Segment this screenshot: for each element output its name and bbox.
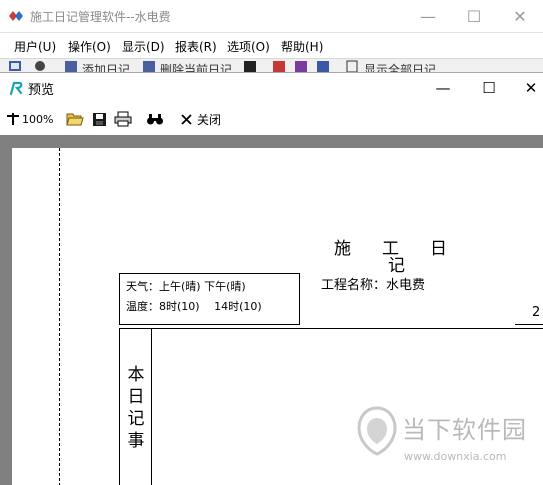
main-window-title: 施工日记管理软件--水电费 [30,10,171,24]
print-button[interactable] [114,109,132,129]
printer-icon [114,111,132,127]
toolbar-show-all-icon[interactable] [346,60,358,72]
doc-title-char-1: 施 [334,239,351,259]
main-title-bar: 施工日记管理软件--水电费 — ☐ ✕ [0,0,543,32]
toolbar-icon-user[interactable] [32,60,48,72]
toolbar-add-icon[interactable] [64,60,78,72]
temperature-line: 温度：8时(10) 14时(10) [126,300,262,313]
binoculars-icon [147,114,163,125]
diary-label-char-3: 记 [127,409,145,429]
find-button[interactable] [146,109,164,129]
toolbar-page-icon[interactable] [316,60,330,72]
menu-options[interactable]: 选项(O) [227,38,270,55]
preview-r-icon [9,81,23,96]
main-close-button[interactable]: ✕ [497,0,543,32]
menu-display[interactable]: 显示(D) [122,38,165,55]
menu-user[interactable]: 用户(U) [14,38,56,55]
menu-help[interactable]: 帮助(H) [281,38,323,55]
project-label: 工程名称： [321,278,387,293]
project-name: 水电费 [386,278,426,293]
zoom-button[interactable]: 100% [6,109,53,129]
open-button[interactable] [66,109,84,129]
weather-line: 天气：上午(晴) 下午(晴) [126,280,246,293]
main-minimize-button[interactable]: — [405,0,451,32]
main-maximize-button[interactable]: ☐ [451,0,497,32]
diary-label-column: 本 日 记 事 [120,329,152,485]
preview-minimize-button[interactable]: — [420,73,466,103]
binding-margin-line [59,148,60,485]
toolbar-delete-label[interactable]: 删除当前日记 [160,61,232,72]
diary-table: 本 日 记 事 [119,328,543,485]
save-disk-icon [93,112,106,126]
save-button[interactable] [92,109,107,129]
close-x-icon [181,113,192,125]
diary-label-char-2: 日 [127,387,145,407]
doc-title-char-4: 记 [388,256,405,276]
page-number-underline [515,324,543,325]
preview-window: 预览 — ☐ ✕ 100% 关闭 施 工 日 记 工程名称：水电费 2 天气：上… [0,72,543,485]
zoom-icon [7,113,19,125]
close-preview-button[interactable]: 关闭 [180,109,221,129]
zoom-level: 100% [22,112,54,126]
toolbar-add-label[interactable]: 添加日记 [82,61,130,72]
app-logo-icon [9,11,23,21]
page-number: 2 [532,305,541,320]
preview-toolbar: 100% 关闭 [0,105,543,133]
toolbar-show-all-label[interactable]: 显示全部日记 [364,61,436,72]
menu-report[interactable]: 报表(R) [175,38,217,55]
toolbar-save-icon[interactable] [243,60,257,72]
project-name-line: 工程名称：水电费 [321,274,425,293]
diary-label-char-4: 事 [127,431,145,451]
preview-close-button[interactable]: ✕ [508,73,543,103]
main-menubar: 用户(U) 操作(O) 显示(D) 报表(R) 选项(O) 帮助(H) [0,32,543,58]
toolbar-print-icon[interactable] [294,60,308,72]
toolbar-report-icon[interactable] [272,60,286,72]
weather-box: 天气：上午(晴) 下午(晴) 温度：8时(10) 14时(10) [119,273,300,325]
doc-title-char-3: 日 [430,239,447,259]
close-preview-label: 关闭 [197,112,222,127]
toolbar-icon-grid[interactable] [8,60,22,72]
main-toolbar: 添加日记 删除当前日记 显示全部日记 [0,58,543,72]
open-folder-icon [66,113,84,126]
preview-maximize-button[interactable]: ☐ [466,73,512,103]
toolbar-delete-icon[interactable] [142,60,156,72]
diary-label-char-1: 本 [127,365,145,385]
menu-operation[interactable]: 操作(O) [68,38,111,55]
document-page: 施 工 日 记 工程名称：水电费 2 天气：上午(晴) 下午(晴) 温度：8时(… [12,148,543,485]
preview-window-title: 预览 [28,83,55,98]
preview-canvas[interactable]: 施 工 日 记 工程名称：水电费 2 天气：上午(晴) 下午(晴) 温度：8时(… [0,135,543,485]
diary-label: 本 日 记 事 [125,364,147,452]
preview-title-bar: 预览 — ☐ ✕ [0,73,543,103]
